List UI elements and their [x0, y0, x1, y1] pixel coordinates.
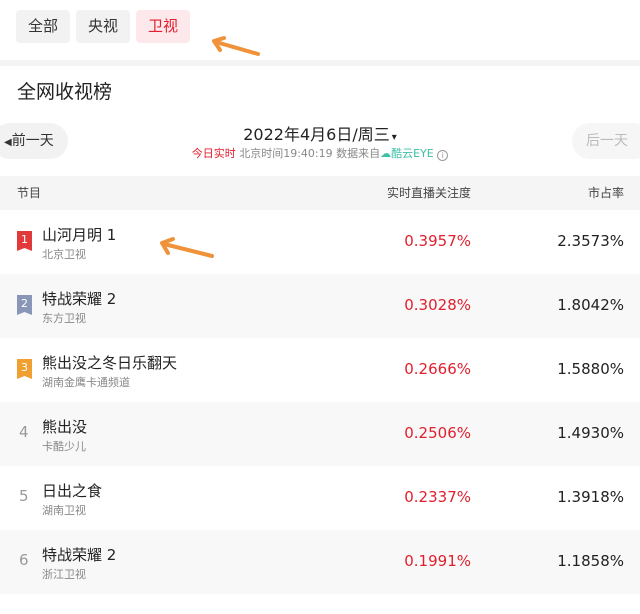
channel-name: 浙江卫视: [42, 568, 86, 581]
share-value: 1.8042%: [557, 296, 624, 314]
header-program: 节目: [17, 186, 42, 200]
rank-badge: 1: [17, 231, 32, 251]
program-title: 特战荣耀 2: [42, 546, 117, 564]
page-title: 全网收视榜: [17, 81, 113, 103]
annotation-arrow-icon: [212, 36, 260, 56]
annotation-arrow-icon: [160, 237, 214, 258]
attention-value: 0.3957%: [404, 232, 471, 250]
share-value: 1.4930%: [557, 424, 624, 442]
beijing-time: 北京时间19:40:19: [239, 147, 333, 160]
date-text: 2022年4月6日/周三: [243, 125, 390, 144]
header-attention: 实时直播关注度: [386, 186, 471, 200]
table-row[interactable]: 2 特战荣耀 2 东方卫视 0.3028% 1.8042%: [0, 274, 640, 338]
brand-logo: ☁酷云EYE: [380, 147, 434, 160]
attention-value: 0.1991%: [404, 552, 471, 570]
attention-value: 0.3028%: [404, 296, 471, 314]
share-value: 1.3918%: [557, 488, 624, 506]
table-row[interactable]: 3 熊出没之冬日乐翻天 湖南金鹰卡通频道 0.2666% 1.5880%: [0, 338, 640, 402]
rank-badge: 2: [17, 295, 32, 315]
channel-name: 湖南卫视: [42, 504, 86, 517]
program-title: 日出之食: [42, 482, 103, 500]
table-row-partial[interactable]: [0, 594, 640, 614]
channel-name: 卡酷少儿: [42, 440, 86, 453]
tab-all[interactable]: 全部: [16, 10, 71, 43]
program-title: 熊出没: [42, 418, 88, 436]
share-value: 1.1858%: [557, 552, 624, 570]
attention-value: 0.2337%: [404, 488, 471, 506]
attention-value: 0.2506%: [404, 424, 471, 442]
channel-tabs: 全部 央视 卫视: [0, 0, 640, 60]
rank-number: 5: [19, 487, 29, 505]
source-label: 数据来自: [336, 147, 381, 160]
share-value: 1.5880%: [557, 360, 624, 378]
rank-number: 6: [19, 551, 29, 569]
table-header: 节目 实时直播关注度 市占率: [0, 176, 640, 210]
tab-satellite[interactable]: 卫视: [136, 10, 191, 43]
caret-down-icon: ▾: [391, 132, 397, 143]
rank-number: 4: [19, 423, 29, 441]
divider: [0, 60, 640, 66]
tab-cctv[interactable]: 央视: [76, 10, 131, 43]
brand-name: 酷云EYE: [391, 147, 434, 160]
table-row[interactable]: 4 熊出没 卡酷少儿 0.2506% 1.4930%: [0, 402, 640, 466]
channel-name: 东方卫视: [42, 312, 86, 325]
date-selector[interactable]: 2022年4月6日/周三 ▾: [0, 121, 640, 145]
program-title: 特战荣耀 2: [42, 290, 117, 308]
data-status: 今日实时 北京时间19:40:19 数据来自☁酷云EYE i: [0, 145, 640, 161]
share-value: 2.3573%: [557, 232, 624, 250]
attention-value: 0.2666%: [404, 360, 471, 378]
table-row[interactable]: 5 日出之食 湖南卫视 0.2337% 1.3918%: [0, 466, 640, 530]
table-row[interactable]: 6 特战荣耀 2 浙江卫视 0.1991% 1.1858%: [0, 530, 640, 594]
table-row[interactable]: 1 山河月明 1 北京卫视 0.3957% 2.3573%: [0, 210, 640, 274]
header-share: 市占率: [587, 186, 624, 200]
channel-name: 北京卫视: [42, 248, 86, 261]
next-day-button[interactable]: 后一天: [572, 123, 640, 159]
rank-badge: 3: [17, 359, 32, 379]
info-icon[interactable]: i: [437, 150, 449, 161]
program-title: 熊出没之冬日乐翻天: [42, 354, 178, 372]
program-title: 山河月明 1: [42, 226, 117, 244]
live-label: 今日实时: [191, 147, 236, 160]
channel-name: 湖南金鹰卡通频道: [42, 376, 130, 389]
